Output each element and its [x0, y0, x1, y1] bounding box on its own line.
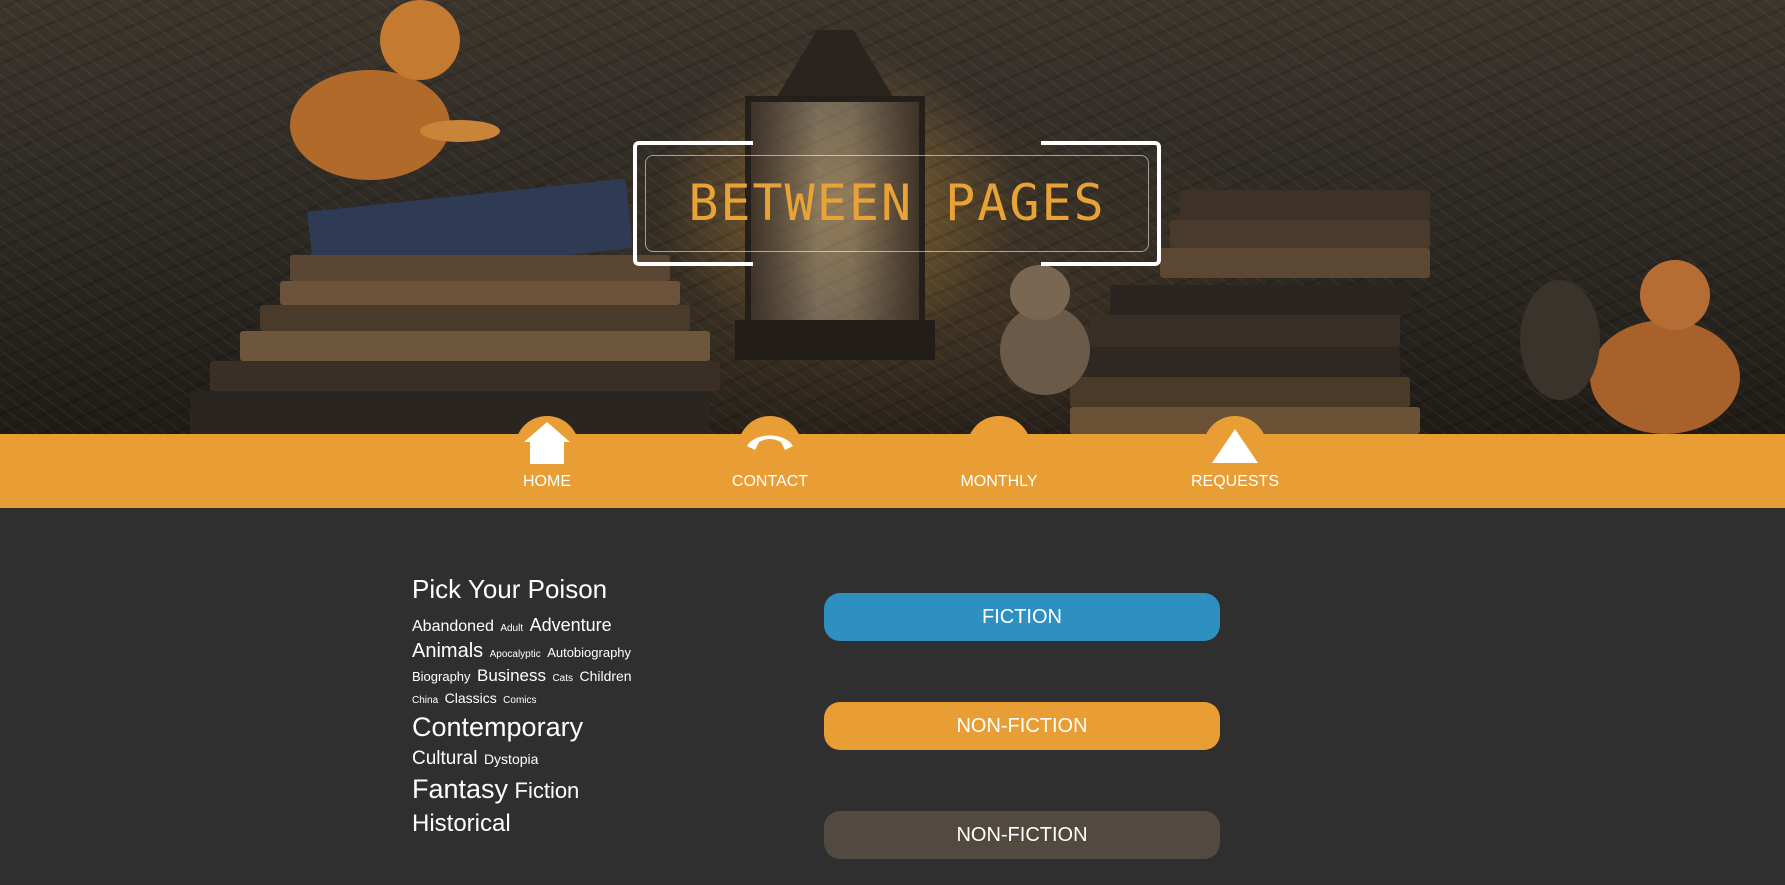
- tag-link[interactable]: Apocalyptic: [490, 649, 541, 660]
- orange-cat-illustration: [270, 0, 500, 200]
- nav-requests-label: REQUESTS: [1190, 473, 1279, 490]
- tag-cloud-heading: Pick Your Poison: [412, 574, 608, 604]
- non-fiction-button-secondary[interactable]: NON-FICTION: [824, 811, 1220, 859]
- tag-link[interactable]: Cats: [552, 673, 573, 684]
- phone-icon: [747, 435, 793, 450]
- tag-link[interactable]: Autobiography: [547, 645, 631, 660]
- tag-link[interactable]: Business: [477, 666, 546, 685]
- site-logo[interactable]: BETWEEN PAGES: [633, 141, 1161, 266]
- triangle-icon: [1212, 429, 1258, 463]
- nav-monthly[interactable]: MONTHLY: [919, 416, 1079, 508]
- tag-link[interactable]: Abandoned: [412, 618, 494, 635]
- nav-home[interactable]: HOME: [467, 416, 627, 508]
- hero-banner: BETWEEN PAGES: [0, 0, 1785, 434]
- tag-link[interactable]: Adventure: [530, 615, 612, 635]
- tag-link[interactable]: Biography: [412, 669, 471, 684]
- tag-link[interactable]: Children: [579, 668, 631, 684]
- tag-link[interactable]: Dystopia: [484, 751, 538, 767]
- tag-link[interactable]: Comics: [503, 695, 536, 706]
- tag-list: Abandoned Adult Adventure Animals Apocal…: [412, 613, 642, 840]
- nav-home-label: HOME: [523, 473, 571, 490]
- tag-link[interactable]: Contemporary: [412, 712, 583, 742]
- nav-contact[interactable]: CONTACT: [690, 416, 850, 508]
- cat-silhouette-illustration: [1520, 250, 1610, 400]
- house-icon: [524, 422, 570, 464]
- nav-monthly-label: MONTHLY: [960, 473, 1038, 490]
- genre-tag-cloud: Pick Your Poison Abandoned Adult Adventu…: [412, 574, 642, 840]
- tag-link[interactable]: Animals: [412, 640, 483, 662]
- main-nav: HOME CONTACT MONTHLY REQUESTS: [0, 416, 1785, 508]
- non-fiction-button[interactable]: NON-FICTION: [824, 702, 1220, 750]
- tag-link[interactable]: China: [412, 695, 438, 706]
- tag-link[interactable]: Classics: [445, 690, 497, 706]
- fiction-button[interactable]: FICTION: [824, 593, 1220, 641]
- tag-link[interactable]: Adult: [500, 623, 523, 634]
- tag-link[interactable]: Fiction: [515, 778, 580, 803]
- nav-requests[interactable]: REQUESTS: [1155, 416, 1315, 508]
- calendar-icon: [983, 430, 1015, 458]
- tag-link[interactable]: Historical: [412, 810, 511, 837]
- tabby-cat-illustration: [990, 265, 1100, 395]
- logo-title: BETWEEN PAGES: [688, 174, 1106, 232]
- tag-link[interactable]: Fantasy: [412, 774, 508, 804]
- nav-contact-label: CONTACT: [731, 473, 809, 490]
- tag-link[interactable]: Cultural: [412, 748, 477, 769]
